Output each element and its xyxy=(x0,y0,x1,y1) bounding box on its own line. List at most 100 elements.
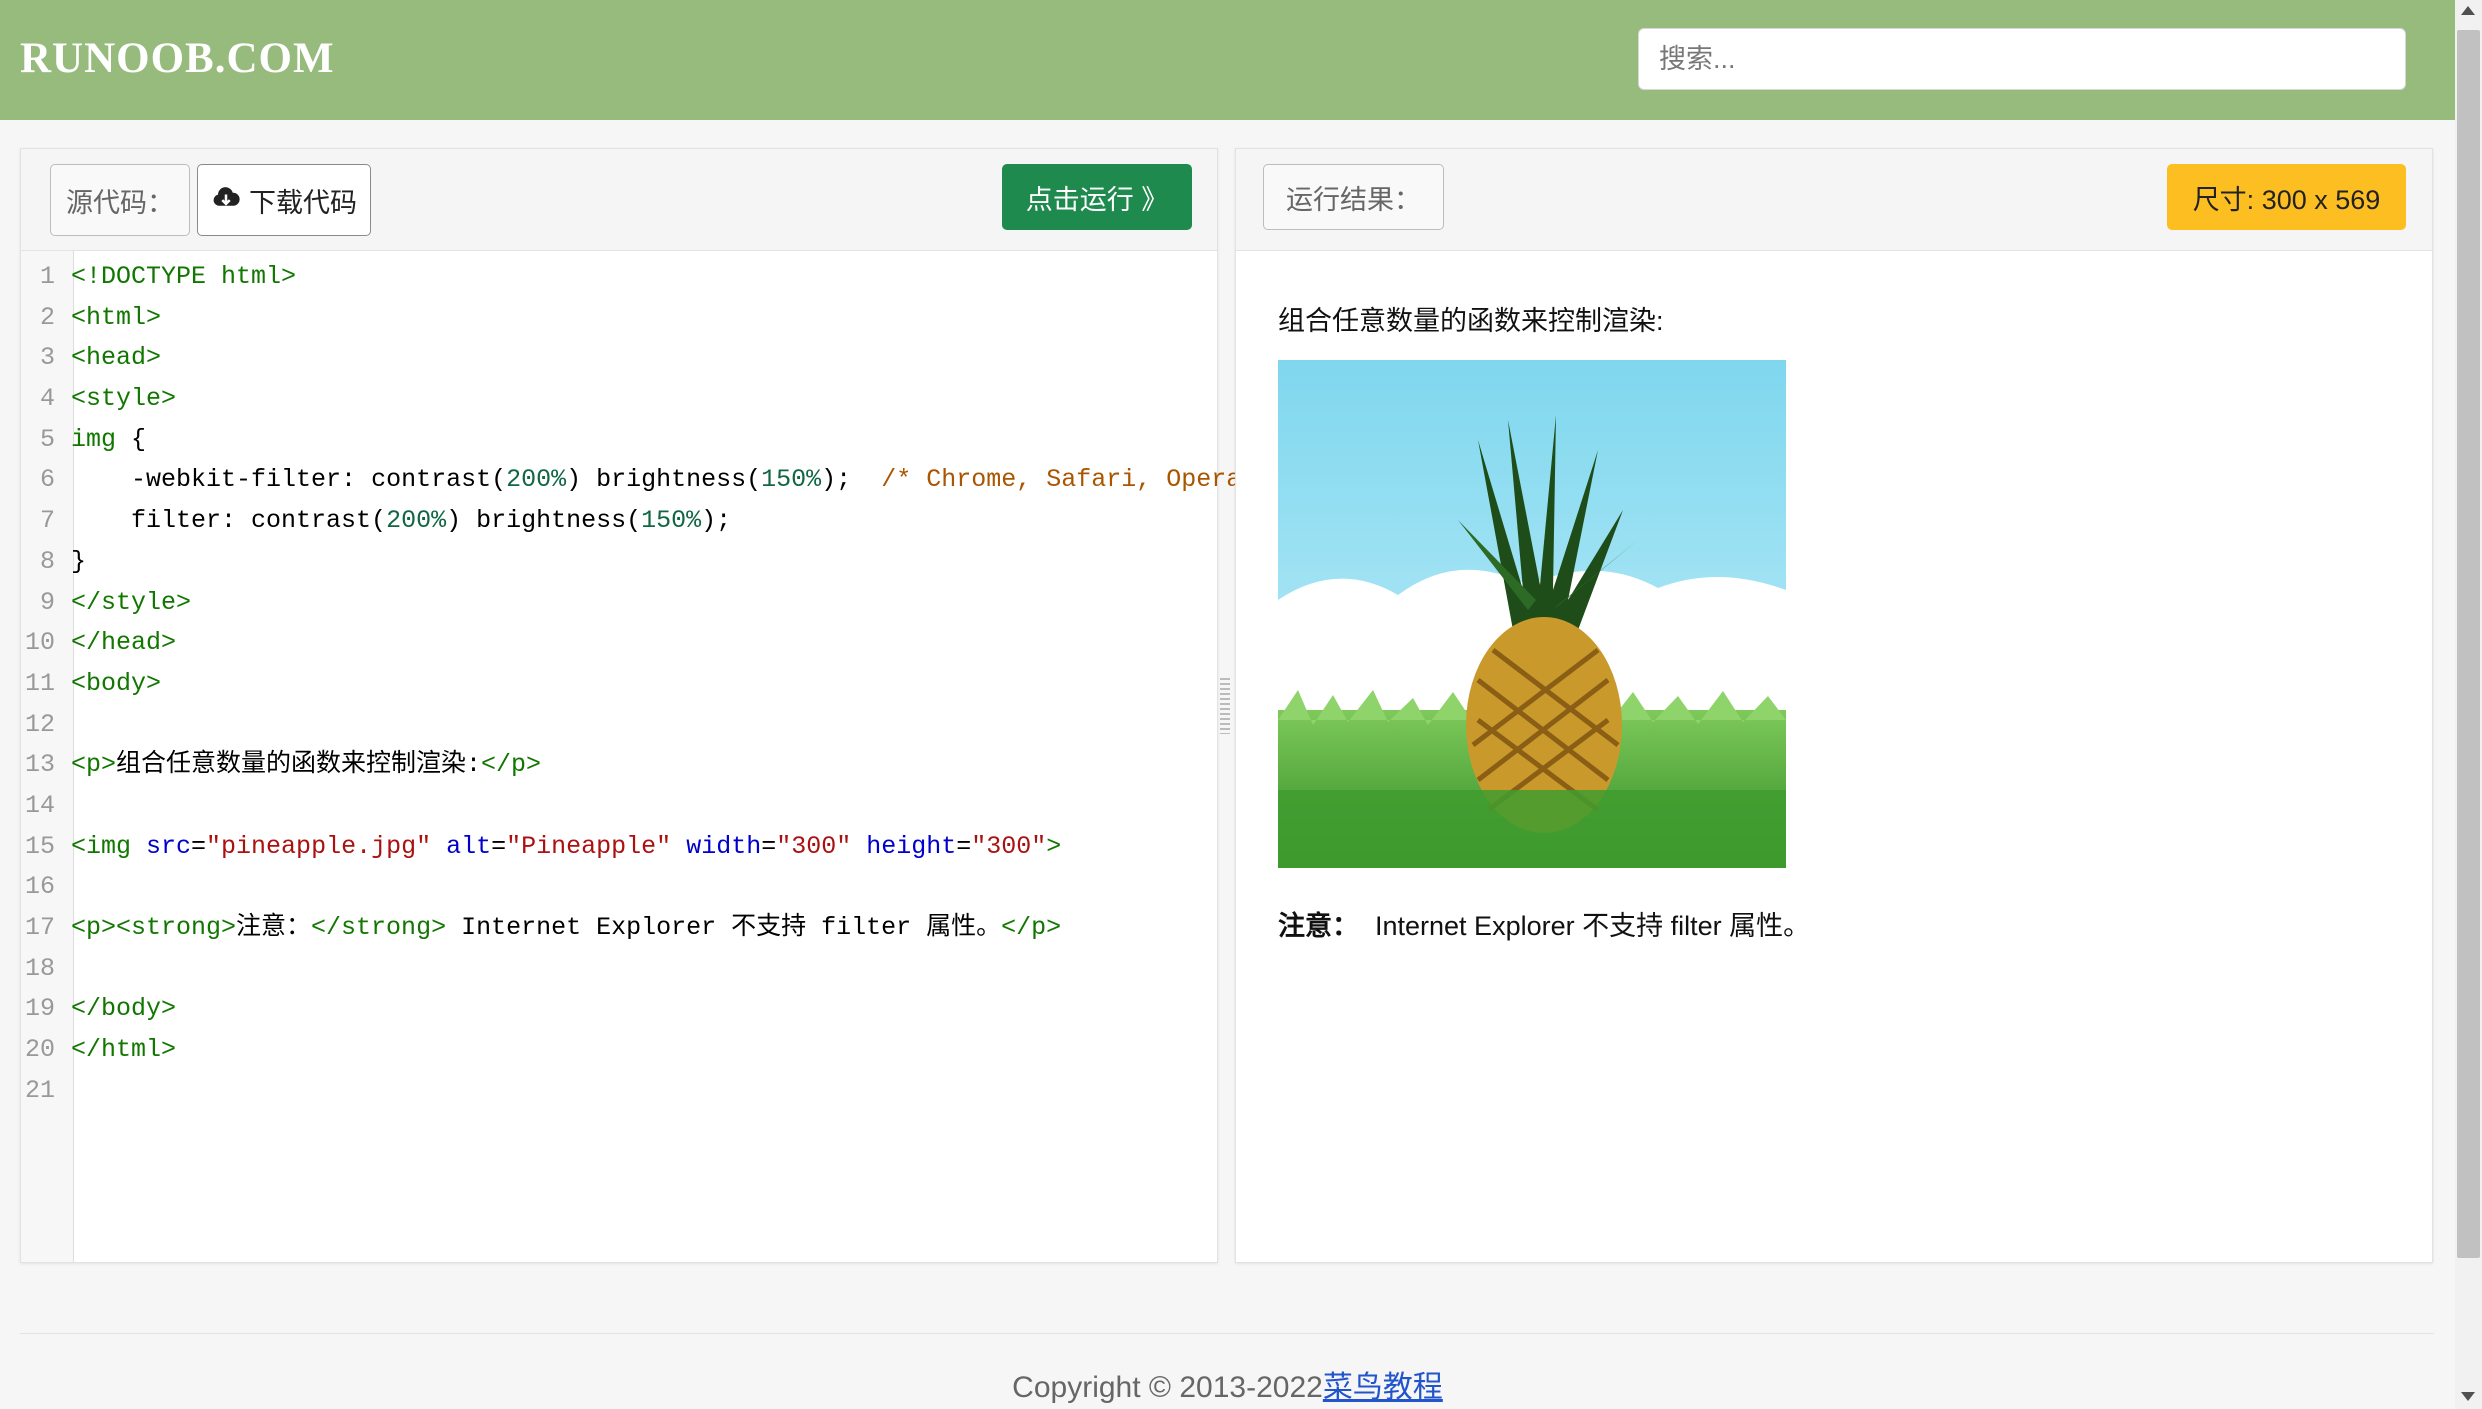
cloud-download-icon xyxy=(211,182,241,219)
code-token: </p> xyxy=(1001,913,1062,942)
code-line: 11 <body> xyxy=(21,664,1211,705)
code-token: 组合任意数量的函数来控制渲染: xyxy=(116,750,482,780)
code-line: 20 </html> xyxy=(21,1030,1211,1071)
code-line: 21 xyxy=(21,1071,1211,1112)
footer: Copyright © 2013-2022菜鸟教程 xyxy=(0,1362,2455,1406)
code-line: 19 </body> xyxy=(21,989,1211,1030)
note-text: Internet Explorer 不支持 filter 属性。 xyxy=(1375,911,1811,941)
code-token: contrast( xyxy=(251,506,387,536)
result-paragraph: 组合任意数量的函数来控制渲染: xyxy=(1278,299,1664,338)
code-token: ) brightness( xyxy=(566,465,762,495)
run-button[interactable]: 点击运行 》 xyxy=(1002,164,1192,230)
code-line: 4 <style> xyxy=(21,379,1211,420)
line-number: 16 xyxy=(24,872,55,902)
line-number: 10 xyxy=(24,628,55,658)
result-text: 组合任意数量的函数来控制渲染: xyxy=(1278,306,1664,336)
code-token: ); xyxy=(701,506,732,536)
scrollbar-thumb[interactable] xyxy=(2457,30,2480,1258)
code-line: 6 -webkit-filter: contrast(200%) brightn… xyxy=(21,460,1286,501)
code-line: 9 </style> xyxy=(21,583,1211,624)
code-line: 17 <p><strong>注意：</strong> Internet Explo… xyxy=(21,908,1211,949)
code-line: 12 xyxy=(21,705,1211,746)
code-token: "300" xyxy=(776,831,852,861)
source-panel-header: 源代码： 下载代码 点击运行 》 xyxy=(21,149,1217,251)
code-token: 注意： xyxy=(236,913,312,942)
code-token: } xyxy=(71,546,87,576)
code-line: 13 <p>组合任意数量的函数来控制渲染:</p> xyxy=(21,745,1211,786)
source-code-label: 源代码： xyxy=(50,164,190,236)
note-paragraph: 注意： Internet Explorer 不支持 filter 属性。 xyxy=(1278,904,1810,943)
code-token: <style> xyxy=(71,384,177,414)
code-token: width xyxy=(686,831,762,861)
code-token: 200% xyxy=(506,465,567,495)
code-token: filter: xyxy=(71,506,252,536)
line-number: 1 xyxy=(39,262,55,291)
line-number: 21 xyxy=(24,1075,55,1105)
code-line: 18 xyxy=(21,949,1211,990)
footer-divider xyxy=(20,1333,2434,1334)
code-token: { xyxy=(116,424,147,454)
line-number: 13 xyxy=(24,750,55,780)
code-token: </style> xyxy=(71,587,192,617)
code-line: 3 <head> xyxy=(21,338,1211,379)
size-badge: 尺寸: 300 x 569 xyxy=(2167,164,2406,230)
code-line: 1 <!DOCTYPE html> xyxy=(21,257,1211,298)
code-token: "300" xyxy=(971,831,1047,861)
code-token: src xyxy=(146,831,192,861)
code-token: contrast( xyxy=(371,465,507,495)
line-number: 4 xyxy=(39,384,55,414)
line-number: 19 xyxy=(24,994,55,1024)
code-token: 150% xyxy=(761,465,822,495)
line-number: 15 xyxy=(24,831,55,861)
line-number: 6 xyxy=(39,465,55,495)
site-logo[interactable]: RUNOOB.COM xyxy=(20,34,335,83)
line-number: 14 xyxy=(24,790,55,820)
panel-resize-handle[interactable] xyxy=(1220,678,1230,734)
code-line: 2 <html> xyxy=(21,298,1211,339)
code-token: <p><strong> xyxy=(71,913,237,942)
code-line: 16 xyxy=(21,867,1211,908)
line-number: 5 xyxy=(39,424,55,454)
code-editor[interactable]: 1 <!DOCTYPE html> 2 <html> 3 <head> 4 <style… xyxy=(21,257,1286,1112)
copyright-text: Copyright © 2013-2022 xyxy=(1012,1371,1323,1404)
line-number: 20 xyxy=(24,1035,55,1065)
line-number: 12 xyxy=(24,709,55,739)
code-token: "Pineapple" xyxy=(506,831,672,861)
line-number: 7 xyxy=(39,506,55,536)
line-number: 3 xyxy=(39,343,55,373)
scroll-down-arrow-icon[interactable] xyxy=(2461,1392,2475,1401)
download-code-label: 下载代码 xyxy=(249,187,357,218)
code-token: ) brightness( xyxy=(446,506,642,536)
code-line: 10 </head> xyxy=(21,623,1211,664)
code-token: <p> xyxy=(71,750,117,780)
code-token: <!DOCTYPE html> xyxy=(71,262,297,291)
code-token: <img xyxy=(71,831,147,861)
code-token: <body> xyxy=(71,668,162,698)
code-token: > xyxy=(1046,831,1062,861)
top-bar: RUNOOB.COM xyxy=(0,0,2455,120)
code-token: alt xyxy=(446,831,492,861)
code-line: 8} xyxy=(21,542,1211,583)
code-token: Internet Explorer 不支持 filter 属性。 xyxy=(446,913,1002,942)
code-line: 5 img { xyxy=(21,420,1211,461)
line-number: 17 xyxy=(24,913,55,942)
result-panel: 运行结果： 尺寸: 300 x 569 组合任意数量的函数来控制渲染: 注意： I… xyxy=(1235,148,2433,1263)
line-number: 2 xyxy=(39,302,55,332)
download-code-button[interactable]: 下载代码 xyxy=(197,164,371,236)
code-comment: /* Chrome, Safari, Opera */ xyxy=(881,465,1287,495)
code-token: "pineapple.jpg" xyxy=(206,831,432,861)
code-token: img xyxy=(71,424,117,454)
footer-link[interactable]: 菜鸟教程 xyxy=(1323,1371,1443,1404)
scroll-up-arrow-icon[interactable] xyxy=(2461,6,2475,15)
code-token: -webkit-filter: xyxy=(71,465,372,495)
code-token: </head> xyxy=(71,628,177,658)
code-line: 7 filter: contrast(200%) brightness(150%… xyxy=(21,501,1211,542)
code-token: </strong> xyxy=(311,913,447,942)
code-token: ); xyxy=(821,465,882,495)
code-token: </body> xyxy=(71,994,177,1024)
search-input[interactable] xyxy=(1638,28,2406,90)
note-strong: 注意： xyxy=(1278,911,1359,941)
code-token: </p> xyxy=(481,750,542,780)
line-number: 11 xyxy=(24,668,55,698)
source-code-panel: 源代码： 下载代码 点击运行 》 1 <!DOCTYPE html> 2 <html… xyxy=(20,148,1286,1263)
